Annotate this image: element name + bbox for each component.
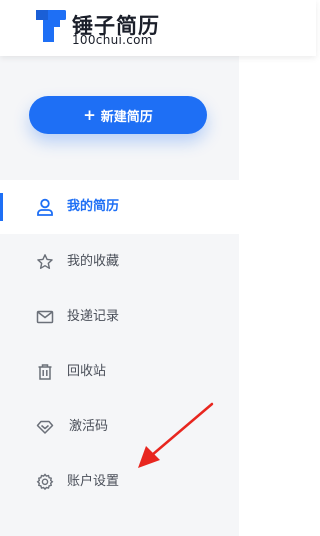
new-resume-label: 新建简历 bbox=[100, 109, 153, 125]
sidebar-item-account-settings[interactable]: 账户设置 bbox=[0, 455, 239, 509]
top-header: 锤子简历 100chui.com bbox=[0, 0, 316, 56]
brand-logo[interactable]: 锤子简历 100chui.com bbox=[34, 9, 164, 49]
sidebar-item-my-resume[interactable]: 我的简历 bbox=[0, 180, 239, 234]
brand-domain: 100chui.com bbox=[72, 33, 153, 47]
sidebar-item-recycle-bin[interactable]: 回收站 bbox=[0, 345, 239, 399]
sidebar-item-label: 回收站 bbox=[67, 364, 107, 379]
trash-icon bbox=[38, 364, 52, 380]
sidebar-item-label: 投递记录 bbox=[67, 309, 120, 324]
hammer-logo-icon bbox=[36, 10, 66, 42]
sidebar-item-delivery-records[interactable]: 投递记录 bbox=[0, 290, 239, 344]
plus-icon: + bbox=[83, 105, 96, 124]
main-content bbox=[239, 56, 316, 536]
sidebar-item-favorites[interactable]: 我的收藏 bbox=[0, 235, 239, 289]
new-resume-button[interactable]: + 新建简历 bbox=[29, 96, 207, 134]
sidebar-item-label: 激活码 bbox=[69, 419, 109, 434]
sidebar-item-label: 我的简历 bbox=[67, 199, 120, 214]
sidebar-item-label: 我的收藏 bbox=[67, 254, 120, 269]
active-indicator bbox=[0, 193, 3, 221]
sidebar-item-activation-code[interactable]: 激活码 bbox=[0, 400, 239, 454]
diamond-icon bbox=[36, 420, 54, 434]
gear-icon bbox=[36, 473, 54, 491]
user-icon bbox=[37, 198, 53, 216]
mail-icon bbox=[36, 310, 54, 324]
star-icon bbox=[37, 254, 53, 269]
sidebar-item-label: 账户设置 bbox=[67, 474, 120, 489]
